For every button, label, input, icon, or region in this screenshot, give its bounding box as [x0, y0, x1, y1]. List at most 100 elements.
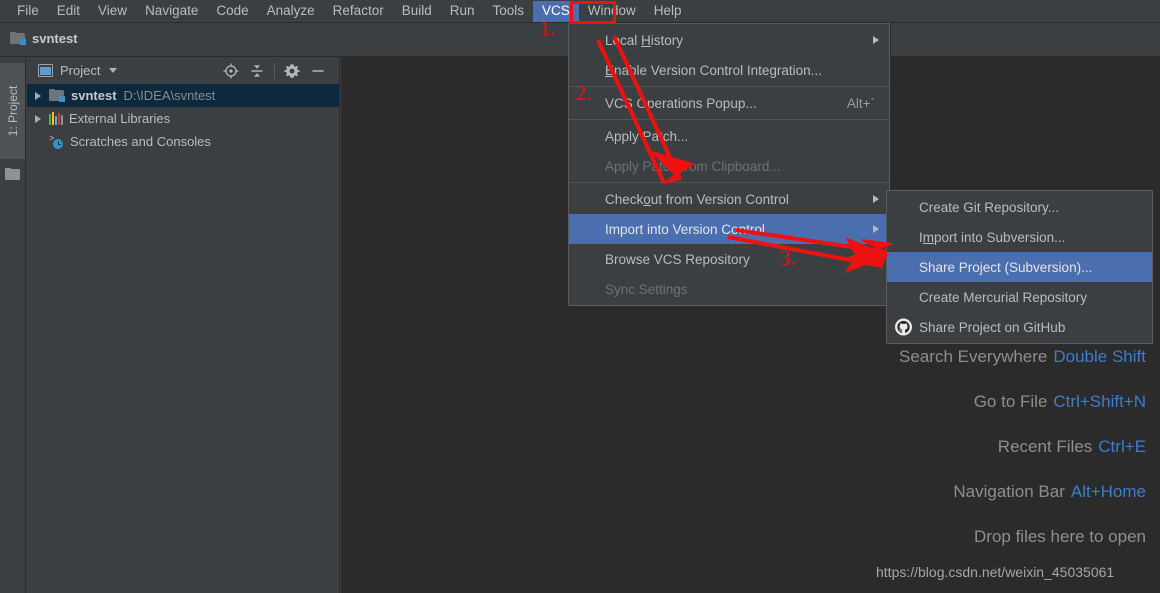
- menu-item-label: Import into Subversion...: [919, 229, 1066, 245]
- tool-window-stripe-left: 1: Project: [0, 57, 26, 593]
- menubar-item-analyze[interactable]: Analyze: [258, 1, 324, 22]
- gear-icon[interactable]: [279, 58, 305, 84]
- stripe-folder-icon[interactable]: [5, 168, 20, 180]
- shortcut-tip-label: Search Everywhere: [899, 347, 1048, 366]
- shortcut-tip-key: Ctrl+E: [1098, 437, 1146, 456]
- project-tool-window: Project svntest D:\IDEA\svntest External…: [27, 57, 340, 593]
- menu-item-shortcut: Alt+`: [846, 95, 875, 111]
- shortcut-tip-label: Recent Files: [997, 437, 1093, 456]
- shortcut-tip-row: Recent Files Ctrl+E: [746, 437, 1146, 457]
- vcs-menu-item-apply-patch[interactable]: Apply Patch...: [569, 121, 889, 151]
- vcs-menu-item-import-into-version-control[interactable]: Import into Version Control: [569, 214, 889, 244]
- shortcut-tip-label: Drop files here to open: [974, 527, 1146, 546]
- github-icon: [895, 318, 912, 336]
- vcs-menu-item-enable-version-control-integration[interactable]: Enable Version Control Integration...: [569, 55, 889, 85]
- menubar-item-file[interactable]: File: [8, 1, 48, 22]
- shortcut-tip-key: Alt+Home: [1070, 482, 1146, 501]
- tree-expand-arrow-icon[interactable]: [35, 91, 41, 100]
- annotation-step-3: 3.: [780, 246, 796, 270]
- shortcut-tip-row: Go to File Ctrl+Shift+N: [746, 392, 1146, 412]
- menubar-item-run[interactable]: Run: [441, 1, 484, 22]
- scratches-icon: >_: [49, 134, 64, 149]
- annotation-box-vcs: [570, 1, 616, 24]
- menu-item-label: VCS Operations Popup...: [605, 95, 757, 111]
- menu-item-label: Enable Version Control Integration...: [605, 62, 822, 78]
- vcs-menu-item-apply-patch-from-clipboard[interactable]: Apply Patch from Clipboard...: [569, 151, 889, 181]
- import-into-version-control-submenu: Create Git Repository... Import into Subv…: [886, 190, 1153, 344]
- submenu-arrow-icon: [873, 195, 879, 203]
- tree-node-label: svntest: [71, 88, 117, 103]
- menubar-item-build[interactable]: Build: [393, 1, 441, 22]
- stripe-button-project-label: 1: Project: [5, 85, 20, 137]
- menu-item-label: Sync Settings: [605, 281, 688, 297]
- idea-window: File Edit View Navigate Code Analyze Refactor B…: [0, 0, 1160, 593]
- menu-item-label: Share Project on GitHub: [919, 319, 1066, 335]
- folder-icon: [10, 32, 26, 45]
- tree-node-label: Scratches and Consoles: [70, 134, 211, 149]
- library-icon: [49, 112, 63, 125]
- menu-item-label: Create Mercurial Repository: [919, 289, 1088, 305]
- submenu-arrow-icon: [873, 36, 879, 44]
- submenu-item-share-project-on-github[interactable]: Share Project on GitHub: [887, 312, 1152, 342]
- project-panel-toolbar: Project: [27, 57, 339, 84]
- project-panel-actions: [218, 57, 331, 84]
- menu-item-label: Import into Version Control: [605, 221, 765, 237]
- tree-node-path: D:\IDEA\svntest: [123, 88, 216, 103]
- chevron-down-icon[interactable]: [109, 68, 118, 73]
- menubar-item-code[interactable]: Code: [207, 1, 257, 22]
- watermark-text: https://blog.csdn.net/weixin_45035061: [876, 564, 1115, 580]
- vcs-dropdown-menu: Local History Enable Version Control Inte…: [568, 23, 890, 306]
- menu-item-label: Apply Patch...: [605, 128, 689, 144]
- menubar-item-tools[interactable]: Tools: [484, 1, 534, 22]
- collapse-all-icon[interactable]: [244, 58, 270, 84]
- titlebar-right-segment: [890, 23, 1160, 57]
- shortcut-tip-key: Double Shift: [1053, 347, 1146, 366]
- editor-shortcut-tips: Search Everywhere Double Shift Go to File C…: [746, 347, 1146, 572]
- menu-separator: [569, 182, 889, 183]
- annotation-step-2: 2.: [576, 81, 592, 105]
- submenu-arrow-icon: [873, 225, 879, 233]
- minimize-icon[interactable]: [305, 58, 331, 84]
- menu-item-label: Apply Patch from Clipboard...: [605, 158, 781, 174]
- stripe-button-project[interactable]: 1: Project: [0, 63, 25, 159]
- menubar-item-help[interactable]: Help: [645, 1, 691, 22]
- submenu-item-import-into-subversion[interactable]: Import into Subversion...: [887, 222, 1152, 252]
- menubar-item-refactor[interactable]: Refactor: [324, 1, 393, 22]
- vcs-menu-item-sync-settings[interactable]: Sync Settings: [569, 274, 889, 304]
- project-panel-title: Project: [60, 63, 101, 78]
- project-window-icon: [38, 64, 53, 77]
- project-tree: svntest D:\IDEA\svntest External Libraries…: [27, 84, 339, 153]
- shortcut-tip-key: Ctrl+Shift+N: [1053, 392, 1146, 411]
- toolbar-divider: [274, 62, 275, 79]
- vcs-menu-item-vcs-operations-popup[interactable]: VCS Operations Popup... Alt+`: [569, 88, 889, 118]
- tree-row[interactable]: External Libraries: [27, 107, 339, 130]
- menu-item-label: Create Git Repository...: [919, 199, 1060, 215]
- tree-row[interactable]: svntest D:\IDEA\svntest: [27, 84, 339, 107]
- shortcut-tip-label: Navigation Bar: [953, 482, 1065, 501]
- vcs-menu-item-checkout-from-version-control[interactable]: Checkout from Version Control: [569, 184, 889, 214]
- shortcut-tip-row: Navigation Bar Alt+Home: [746, 482, 1146, 502]
- submenu-item-create-mercurial-repository[interactable]: Create Mercurial Repository: [887, 282, 1152, 312]
- menu-separator: [569, 119, 889, 120]
- breadcrumb[interactable]: svntest: [10, 31, 78, 46]
- menubar-item-edit[interactable]: Edit: [48, 1, 89, 22]
- tree-row[interactable]: >_ Scratches and Consoles: [27, 130, 339, 153]
- menubar-item-navigate[interactable]: Navigate: [136, 1, 207, 22]
- locate-icon[interactable]: [218, 58, 244, 84]
- shortcut-tip-row: Drop files here to open: [746, 527, 1146, 547]
- submenu-arrow-icon: [873, 255, 879, 263]
- tree-node-label: External Libraries: [69, 111, 171, 126]
- annotation-step-1: 1.: [540, 16, 556, 40]
- vcs-menu-item-local-history[interactable]: Local History: [569, 25, 889, 55]
- folder-icon: [49, 89, 65, 102]
- menu-item-label: Browse VCS Repository: [605, 251, 750, 267]
- vcs-menu-item-browse-vcs-repository[interactable]: Browse VCS Repository: [569, 244, 889, 274]
- menu-item-label: Local History: [605, 32, 684, 48]
- menubar-item-view[interactable]: View: [89, 1, 136, 22]
- submenu-item-share-project-subversion[interactable]: Share Project (Subversion)...: [887, 252, 1152, 282]
- submenu-item-create-git-repository[interactable]: Create Git Repository...: [887, 192, 1152, 222]
- shortcut-tip-label: Go to File: [973, 392, 1048, 411]
- breadcrumb-project-name: svntest: [32, 31, 78, 46]
- tree-expand-arrow-icon[interactable]: [35, 114, 41, 123]
- project-view-selector[interactable]: Project: [38, 63, 118, 78]
